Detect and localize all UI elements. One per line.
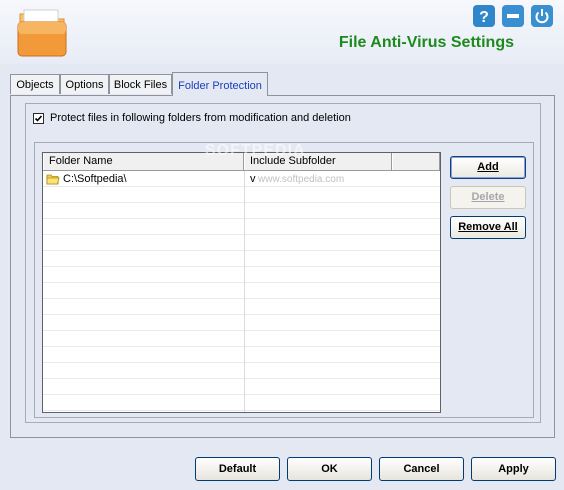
delete-button[interactable]: Delete (450, 186, 526, 209)
folder-small-icon (46, 171, 60, 187)
checkmark-icon (34, 114, 43, 122)
tab-folder-protection[interactable]: Folder Protection (172, 72, 268, 96)
tab-block-files[interactable]: Block Files (109, 74, 172, 94)
column-divider (244, 171, 245, 412)
minimize-icon (507, 14, 519, 18)
footer-bar: Default OK Cancel Apply (0, 448, 564, 490)
column-empty[interactable] (392, 153, 440, 170)
folder-protection-panel: Protect files in following folders from … (10, 95, 555, 438)
power-button[interactable] (531, 5, 553, 27)
header-bar: File Anti-Virus Settings ? (0, 0, 564, 64)
protect-files-checkbox[interactable] (33, 112, 44, 124)
cancel-button[interactable]: Cancel (379, 457, 464, 481)
remove-all-button[interactable]: Remove All (450, 216, 526, 239)
folder-list[interactable]: Folder Name Include Subfolder C:\Softped… (42, 152, 441, 413)
ok-button[interactable]: OK (287, 457, 372, 481)
question-icon: ? (479, 9, 489, 26)
power-icon (535, 9, 549, 24)
column-include-subfolder[interactable]: Include Subfolder (244, 153, 392, 170)
add-button[interactable]: Add (450, 156, 526, 179)
tab-objects[interactable]: Objects (10, 74, 60, 94)
window-title: File Anti-Virus Settings (338, 34, 514, 51)
folder-icon (14, 6, 70, 60)
include-subfolder-cell: v (250, 173, 256, 185)
apply-button[interactable]: Apply (471, 457, 556, 481)
column-folder-name[interactable]: Folder Name (43, 153, 244, 170)
folder-list-body: C:\Softpedia\ v (43, 171, 440, 412)
protect-files-label: Protect files in following folders from … (50, 112, 351, 124)
svg-text:?: ? (479, 9, 489, 26)
folder-list-area: Folder Name Include Subfolder C:\Softped… (34, 142, 534, 418)
tab-options[interactable]: Options (60, 74, 109, 94)
default-button[interactable]: Default (195, 457, 280, 481)
table-row[interactable]: C:\Softpedia\ v (43, 171, 440, 187)
minimize-button[interactable] (502, 5, 524, 27)
folder-list-header: Folder Name Include Subfolder (43, 153, 440, 171)
folder-path-cell: C:\Softpedia\ (63, 173, 127, 185)
protection-group: Protect files in following folders from … (25, 103, 541, 423)
help-button[interactable]: ? (473, 5, 495, 27)
protect-files-row: Protect files in following folders from … (33, 110, 351, 126)
